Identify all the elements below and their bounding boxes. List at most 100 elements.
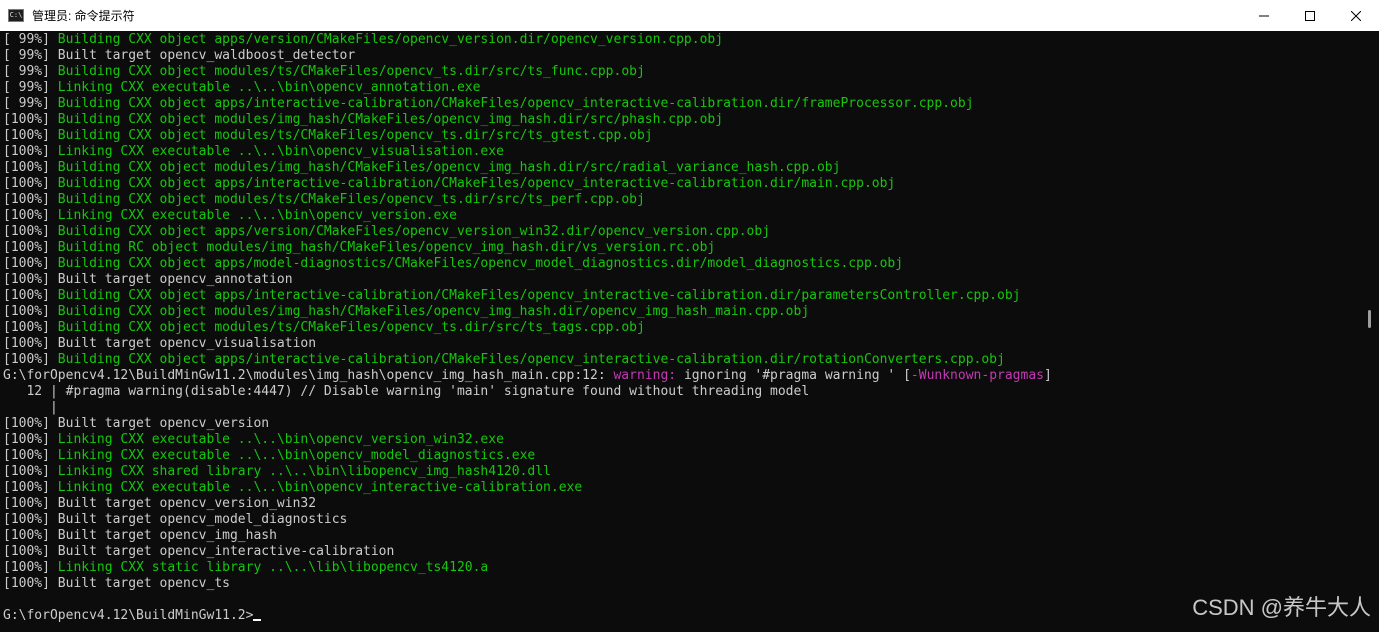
console-text: [100%] xyxy=(3,128,58,143)
console-text: [ 99%] xyxy=(3,64,58,79)
console-text: Linking CXX executable ..\..\bin\opencv_… xyxy=(57,480,583,495)
console-text: Building CXX object modules/img_hash/CMa… xyxy=(57,160,841,175)
console-line: [ 99%] Building CXX object apps/interact… xyxy=(3,96,1360,112)
console-line: 12 | #pragma warning(disable:4447) // Di… xyxy=(3,384,1360,400)
console-line: [100%] Building CXX object modules/img_h… xyxy=(3,304,1360,320)
console-text: [100%] xyxy=(3,224,58,239)
console-text: [100%] xyxy=(3,432,58,447)
console-text: [100%] xyxy=(3,160,58,175)
console-text: Linking CXX executable ..\..\bin\opencv_… xyxy=(57,432,504,447)
scrollbar-thumb[interactable] xyxy=(1368,310,1371,328)
close-icon xyxy=(1351,10,1361,21)
caption-buttons xyxy=(1241,0,1379,31)
console-text: G:\forOpencv4.12\BuildMinGw11.2\modules\… xyxy=(3,368,614,383)
console-text: Building CXX object apps/version/CMakeFi… xyxy=(57,224,771,239)
console-line: [100%] Linking CXX executable ..\..\bin\… xyxy=(3,432,1360,448)
console-line: [100%] Building CXX object modules/ts/CM… xyxy=(3,128,1360,144)
console-text: Building CXX object apps/interactive-cal… xyxy=(57,176,896,191)
console-line: [100%] Building CXX object modules/ts/CM… xyxy=(3,192,1360,208)
console-line: [100%] Building CXX object apps/interact… xyxy=(3,288,1360,304)
minimize-icon xyxy=(1259,15,1269,16)
console-text: [100%] Built target opencv_visualisation xyxy=(3,336,317,351)
prompt-line: G:\forOpencv4.12\BuildMinGw11.2> xyxy=(3,608,1360,624)
console-text: [100%] Built target opencv_annotation xyxy=(3,272,293,287)
cmd-icon: C:\ xyxy=(8,9,24,22)
console-text: Linking CXX executable ..\..\bin\opencv_… xyxy=(57,208,457,223)
command-prompt-window: C:\ 管理员: 命令提示符 [ 99%] Building CXX objec… xyxy=(0,0,1379,632)
console-text: Linking CXX static library ..\..\lib\lib… xyxy=(57,560,489,575)
console-line: [100%] Linking CXX static library ..\..\… xyxy=(3,560,1360,576)
title-bar[interactable]: C:\ 管理员: 命令提示符 xyxy=(0,0,1379,31)
console-text: Building CXX object apps/interactive-cal… xyxy=(57,352,1005,367)
console-text: Building CXX object apps/interactive-cal… xyxy=(57,96,974,111)
console-line: [ 99%] Linking CXX executable ..\..\bin\… xyxy=(3,80,1360,96)
console-line: [100%] Linking CXX executable ..\..\bin\… xyxy=(3,208,1360,224)
console-text: [100%] xyxy=(3,352,58,367)
csdn-watermark: CSDN @养牛大人 xyxy=(1192,595,1371,620)
text-cursor xyxy=(253,619,262,621)
console-line: [100%] Building CXX object modules/img_h… xyxy=(3,160,1360,176)
console-text: ] xyxy=(1043,368,1052,383)
console-line: [ 99%] Building CXX object apps/version/… xyxy=(3,32,1360,48)
console-line: [100%] Building CXX object apps/interact… xyxy=(3,352,1360,368)
console-text: [ 99%] xyxy=(3,96,58,111)
console-text: Building CXX object modules/ts/CMakeFile… xyxy=(57,128,653,143)
console-text: [ 99%] Built target opencv_waldboost_det… xyxy=(3,48,356,63)
vertical-scrollbar[interactable] xyxy=(1360,31,1379,632)
console-text: Building CXX object modules/ts/CMakeFile… xyxy=(57,192,645,207)
console-line: [100%] Building CXX object modules/ts/CM… xyxy=(3,320,1360,336)
console-text: [100%] xyxy=(3,448,58,463)
console-line: [100%] Built target opencv_version_win32 xyxy=(3,496,1360,512)
console-text: G:\forOpencv4.12\BuildMinGw11.2> xyxy=(3,608,254,623)
console-line: [100%] Built target opencv_ts xyxy=(3,576,1360,592)
console-line: [100%] Built target opencv_annotation xyxy=(3,272,1360,288)
console-text: | xyxy=(3,400,58,415)
console-text: -Wunknown-pragmas xyxy=(910,368,1044,383)
console-line: [100%] Linking CXX shared library ..\..\… xyxy=(3,464,1360,480)
console-line: [100%] Building CXX object apps/model-di… xyxy=(3,256,1360,272)
console-line: [100%] Building RC object modules/img_ha… xyxy=(3,240,1360,256)
console-line: | xyxy=(3,400,1360,416)
maximize-button[interactable] xyxy=(1287,0,1333,31)
console-text: [100%] xyxy=(3,192,58,207)
console-line: [100%] Built target opencv_interactive-c… xyxy=(3,544,1360,560)
console-text: Building CXX object apps/model-diagnosti… xyxy=(57,256,904,271)
console-text: Building CXX object modules/ts/CMakeFile… xyxy=(57,320,645,335)
console-line: G:\forOpencv4.12\BuildMinGw11.2\modules\… xyxy=(3,368,1360,384)
console-line: [100%] Linking CXX executable ..\..\bin\… xyxy=(3,448,1360,464)
console-text: [100%] Built target opencv_ts xyxy=(3,576,230,591)
console-line: [100%] Linking CXX executable ..\..\bin\… xyxy=(3,480,1360,496)
console-line: [100%] Built target opencv_img_hash xyxy=(3,528,1360,544)
console-output[interactable]: [ 99%] Building CXX object apps/version/… xyxy=(0,31,1360,632)
console-text: Linking CXX executable ..\..\bin\opencv_… xyxy=(57,448,536,463)
console-text: [100%] Built target opencv_version_win32 xyxy=(3,496,317,511)
console-text: Building CXX object modules/img_hash/CMa… xyxy=(57,112,724,127)
console-line: [ 99%] Building CXX object modules/ts/CM… xyxy=(3,64,1360,80)
console-text: Building RC object modules/img_hash/CMak… xyxy=(57,240,716,255)
console-line: [100%] Built target opencv_visualisation xyxy=(3,336,1360,352)
console-text: [100%] xyxy=(3,304,58,319)
console-text: [100%] xyxy=(3,144,58,159)
console-text: [ 99%] xyxy=(3,80,58,95)
console-line: [100%] Building CXX object apps/version/… xyxy=(3,224,1360,240)
console-line: [100%] Building CXX object modules/img_h… xyxy=(3,112,1360,128)
console-line: [100%] Built target opencv_model_diagnos… xyxy=(3,512,1360,528)
console-line: [ 99%] Built target opencv_waldboost_det… xyxy=(3,48,1360,64)
console-line: [100%] Building CXX object apps/interact… xyxy=(3,176,1360,192)
console-text: [100%] xyxy=(3,480,58,495)
console-text: 12 | #pragma warning(disable:4447) // Di… xyxy=(3,384,810,399)
minimize-button[interactable] xyxy=(1241,0,1287,31)
console-text: [100%] Built target opencv_interactive-c… xyxy=(3,544,395,559)
console-text: Building CXX object apps/version/CMakeFi… xyxy=(57,32,724,47)
close-button[interactable] xyxy=(1333,0,1379,31)
console-text: [100%] Built target opencv_img_hash xyxy=(3,528,277,543)
console-text: [100%] xyxy=(3,240,58,255)
maximize-icon xyxy=(1305,10,1315,21)
console-text: [100%] Built target opencv_version xyxy=(3,416,270,431)
console-text: ignoring '#pragma warning ' [ xyxy=(683,368,911,383)
console-text: [100%] xyxy=(3,464,58,479)
console-text: [ 99%] xyxy=(3,32,58,47)
console-text: Building CXX object modules/img_hash/CMa… xyxy=(57,304,810,319)
console-text: [100%] xyxy=(3,112,58,127)
